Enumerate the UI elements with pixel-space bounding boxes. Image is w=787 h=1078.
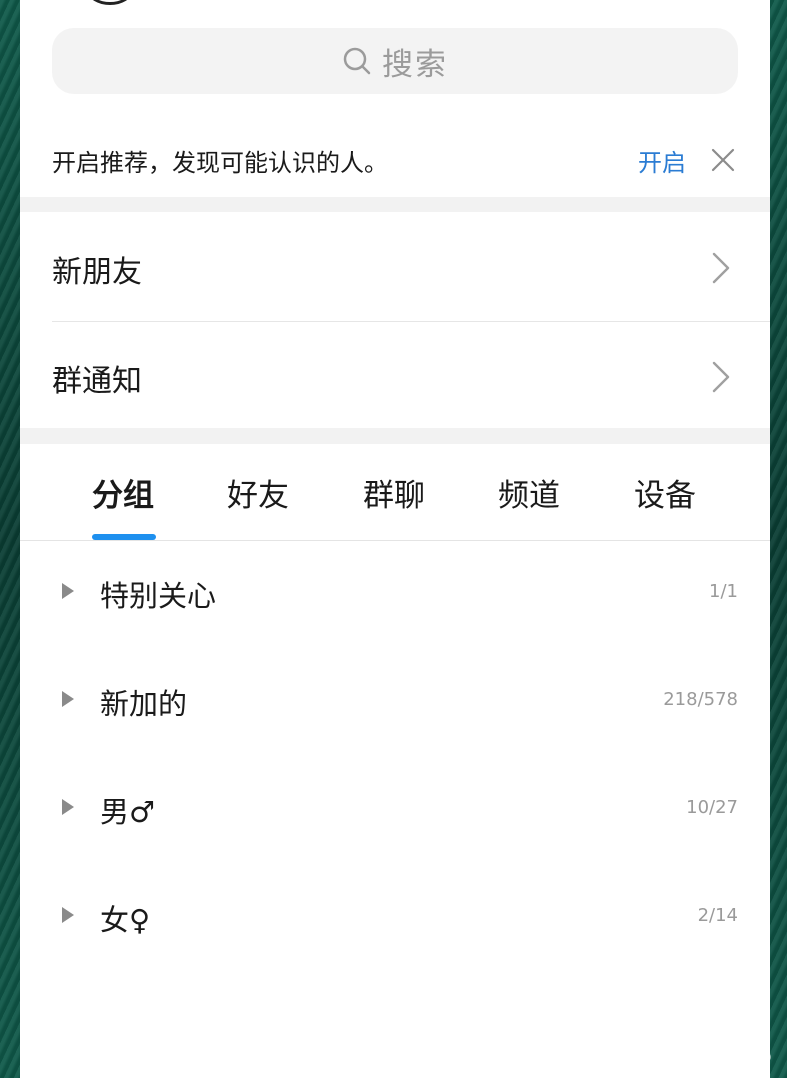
group-item[interactable]: 女♀ 2/14 xyxy=(20,865,770,973)
contacts-panel: 搜索 开启推荐，发现可能认识的人。 开启 新朋友 群通知 分组 好友 群聊 频道… xyxy=(20,0,770,1078)
group-name: 特别关心 xyxy=(100,579,217,613)
tab-group-chats[interactable]: 群聊 xyxy=(363,470,425,515)
group-item[interactable]: 男♂ 10/27 xyxy=(20,757,770,865)
expand-arrow-icon xyxy=(62,907,74,923)
expand-arrow-icon xyxy=(62,799,74,815)
section-gap xyxy=(20,197,770,212)
expand-arrow-icon xyxy=(62,583,74,599)
watermark-icon xyxy=(643,1048,771,1066)
chevron-right-icon xyxy=(712,252,730,284)
group-count: 1/1 xyxy=(709,581,738,602)
group-name: 女♀ xyxy=(100,903,151,937)
group-name: 新加的 xyxy=(100,687,188,721)
recommend-enable-link[interactable]: 开启 xyxy=(638,143,686,178)
tab-devices[interactable]: 设备 xyxy=(634,470,696,515)
group-count: 10/27 xyxy=(686,797,738,818)
tab-friends[interactable]: 好友 xyxy=(227,470,289,515)
tab-channels[interactable]: 频道 xyxy=(498,470,560,515)
tab-groups[interactable]: 分组 xyxy=(92,470,154,515)
new-friends-row[interactable]: 新朋友 xyxy=(20,213,770,321)
group-count: 2/14 xyxy=(697,905,738,926)
chevron-right-icon xyxy=(712,361,730,393)
group-name: 男♂ xyxy=(100,795,155,829)
search-icon xyxy=(343,47,371,75)
group-count: 218/578 xyxy=(663,689,738,710)
search-placeholder: 搜索 xyxy=(382,46,448,83)
contact-tabs: 分组 好友 群聊 频道 设备 xyxy=(20,444,770,540)
search-bar[interactable]: 搜索 xyxy=(52,28,738,94)
group-item[interactable]: 新加的 218/578 xyxy=(20,649,770,757)
close-icon[interactable] xyxy=(710,147,736,173)
group-notice-row[interactable]: 群通知 xyxy=(20,322,770,430)
recommend-text: 开启推荐，发现可能认识的人。 xyxy=(52,148,388,177)
avatar[interactable] xyxy=(88,0,132,5)
section-gap xyxy=(20,428,770,444)
group-item[interactable]: 特别关心 1/1 xyxy=(20,541,770,649)
expand-arrow-icon xyxy=(62,691,74,707)
group-notice-label: 群通知 xyxy=(52,364,142,399)
recommend-banner: 开启推荐，发现可能认识的人。 开启 xyxy=(20,125,770,195)
new-friends-label: 新朋友 xyxy=(52,255,142,290)
